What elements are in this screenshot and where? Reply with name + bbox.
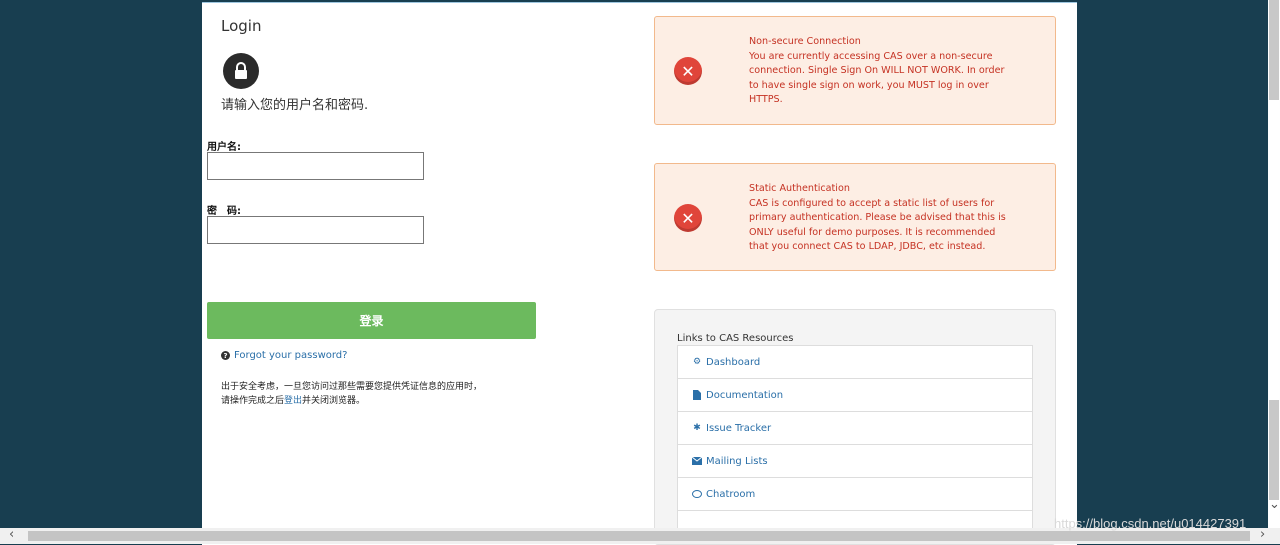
resource-link-mailing-lists[interactable]: Mailing Lists — [677, 444, 1033, 477]
resource-label: Dashboard — [706, 356, 761, 368]
resource-link-dashboard[interactable]: ⚙ Dashboard — [677, 345, 1033, 378]
warning-text: Static Authentication CAS is configured … — [749, 182, 1041, 255]
resource-label: Mailing Lists — [706, 455, 768, 467]
warning-line: HTTPS. — [749, 94, 783, 105]
username-input[interactable] — [207, 152, 424, 180]
scroll-left-arrow-icon[interactable]: ‹ — [9, 527, 14, 542]
login-button[interactable]: 登录 — [207, 302, 536, 339]
resources-title: Links to CAS Resources — [677, 333, 794, 344]
warning-line: You are currently accessing CAS over a n… — [749, 50, 993, 62]
vertical-scrollbar-thumb[interactable] — [1269, 0, 1279, 100]
resource-link-issue-tracker[interactable]: ✱ Issue Tracker — [677, 411, 1033, 444]
warning-line: that you connect CAS to LDAP, JDBC, etc … — [749, 241, 986, 252]
password-input[interactable] — [207, 216, 424, 244]
forgot-password-link[interactable]: ? Forgot your password? — [221, 350, 347, 361]
warning-line: primary authentication. Please be advise… — [749, 212, 1006, 223]
security-note-line1: 出于安全考虑，一旦您访问过那些需要您提供凭证信息的应用时， — [221, 382, 483, 392]
security-note: 出于安全考虑，一旦您访问过那些需要您提供凭证信息的应用时， 请操作完成之后登出并… — [221, 380, 482, 408]
password-label: 密 码: — [207, 206, 241, 217]
resource-link-chatroom[interactable]: Chatroom — [677, 477, 1033, 510]
resources-list: ⚙ Dashboard Documentation ✱ Issue Tracke… — [677, 345, 1033, 543]
login-page: Login 请输入您的用户名和密码. 用户名: 密 码: 登录 ? Forgot… — [202, 2, 1077, 545]
warning-title: Static Authentication — [749, 183, 850, 194]
warning-title: Non-secure Connection — [749, 36, 861, 47]
security-note-line2: 请操作完成之后登出并关闭浏览器。 — [221, 394, 482, 408]
warning-text: Non-secure Connection You are currently … — [749, 35, 1041, 108]
scroll-down-arrow-icon[interactable]: ⌄ — [1269, 497, 1280, 512]
logout-link[interactable]: 登出 — [284, 396, 302, 406]
resource-label: Issue Tracker — [706, 422, 772, 434]
forgot-password-label: Forgot your password? — [234, 350, 348, 361]
warning-line: connection. Single Sign On WILL NOT WORK… — [749, 65, 1005, 76]
question-icon: ? — [221, 351, 230, 360]
warning-line: ONLY useful for demo purposes. It is rec… — [749, 226, 996, 238]
warning-line: CAS is configured to accept a static lis… — [749, 197, 995, 209]
cas-resources-panel: Links to CAS Resources ⚙ Dashboard Docum… — [654, 309, 1056, 545]
chat-icon — [692, 489, 702, 499]
resource-label: Documentation — [706, 389, 784, 401]
envelope-icon — [692, 457, 702, 465]
lock-icon — [223, 53, 259, 89]
resource-label: Chatroom — [706, 488, 756, 500]
vertical-scrollbar-thumb-lower[interactable] — [1269, 400, 1279, 500]
login-intro: 请输入您的用户名和密码. — [221, 98, 369, 113]
warning-line: to have single sign on work, you MUST lo… — [749, 79, 989, 91]
error-icon: ✕ — [674, 57, 702, 85]
security-note-pre: 请操作完成之后 — [221, 396, 285, 406]
bug-icon: ✱ — [693, 423, 701, 433]
username-label: 用户名: — [207, 142, 241, 153]
file-icon — [692, 390, 702, 400]
warning-nonsecure: ✕ Non-secure Connection You are currentl… — [654, 16, 1056, 125]
cogs-icon: ⚙ — [692, 357, 702, 367]
resource-link-documentation[interactable]: Documentation — [677, 378, 1033, 411]
scroll-right-arrow-icon[interactable]: › — [1260, 527, 1265, 542]
warning-static-auth: ✕ Static Authentication CAS is configure… — [654, 163, 1056, 271]
watermark: https://blog.csdn.net/u014427391 — [1054, 516, 1247, 531]
login-title: Login — [221, 17, 262, 35]
error-icon: ✕ — [674, 204, 702, 232]
security-note-post: 并关闭浏览器。 — [302, 396, 366, 406]
horizontal-scrollbar-thumb[interactable] — [28, 531, 1250, 541]
